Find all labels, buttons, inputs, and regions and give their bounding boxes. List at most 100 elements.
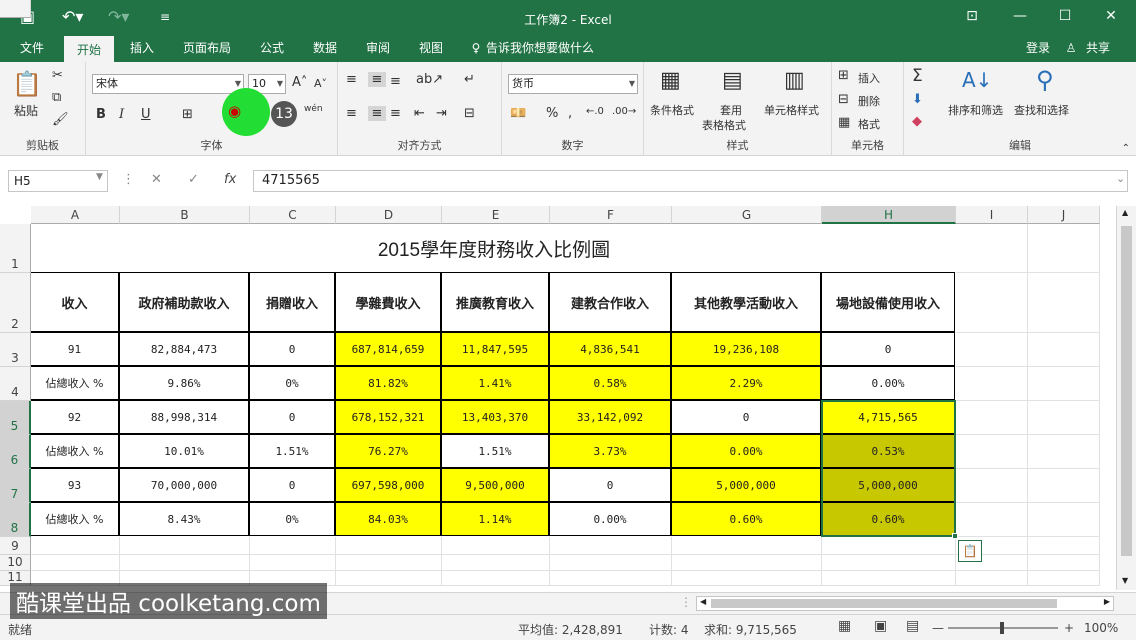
italic-button[interactable]: I (119, 107, 124, 122)
underline-button[interactable]: U (141, 107, 151, 122)
table-cell[interactable]: 0% (249, 502, 335, 536)
find-icon[interactable]: ⚲ (1036, 66, 1054, 94)
table-cell[interactable]: 76.27% (335, 434, 441, 468)
table-cell[interactable]: 91 (31, 332, 119, 366)
table-cell[interactable]: 93 (31, 468, 119, 502)
page-layout-view-icon[interactable]: ▣ (874, 618, 887, 634)
column-header[interactable]: A (31, 206, 120, 224)
fill-icon[interactable]: ⬇ (912, 92, 923, 107)
empty-cell[interactable] (956, 273, 1028, 333)
empty-cell[interactable] (956, 224, 1028, 273)
table-cell[interactable]: 10.01% (119, 434, 249, 468)
tell-me-search[interactable]: 告诉我你想要做什么 (486, 36, 606, 62)
name-box[interactable]: H5 (8, 170, 108, 192)
borders-icon[interactable]: ⊞ (182, 107, 193, 122)
table-cell[interactable]: 0 (249, 468, 335, 502)
row-header[interactable]: 10 (0, 555, 31, 571)
delete-cells-button[interactable]: 删除 (858, 93, 880, 109)
vertical-scroll-thumb[interactable] (1121, 226, 1132, 556)
table-cell[interactable]: 0.53% (821, 434, 955, 468)
empty-cell[interactable] (250, 537, 336, 555)
share-button[interactable]: 共享 (1080, 36, 1116, 62)
table-cell[interactable]: 5,000,000 (671, 468, 821, 502)
horizontal-scroll-thumb[interactable] (711, 599, 1057, 608)
table-cell[interactable]: 82,884,473 (119, 332, 249, 366)
column-header[interactable]: J (1028, 206, 1100, 224)
close-icon[interactable]: ✕ (1097, 8, 1125, 24)
row-header[interactable]: 3 (0, 333, 31, 367)
table-cell[interactable]: 11,847,595 (441, 332, 549, 366)
decrease-font-icon[interactable]: A˅ (314, 77, 327, 90)
autosum-icon[interactable]: Σ (912, 66, 923, 86)
tab-review[interactable]: 审阅 (356, 36, 400, 62)
table-cell[interactable]: 84.03% (335, 502, 441, 536)
chevron-down-icon[interactable]: ▼ (96, 172, 103, 182)
accounting-format-icon[interactable]: 💴 (510, 106, 526, 121)
ribbon-options-icon[interactable]: ⊡ (958, 8, 986, 24)
cancel-icon[interactable]: ✕ (151, 172, 162, 187)
table-cell[interactable]: 佔總收入 % (31, 502, 119, 536)
table-cell[interactable]: 13,403,370 (441, 400, 549, 434)
table-cell[interactable]: 81.82% (335, 366, 441, 400)
sheet-title[interactable]: 2015學年度財務收入比例圖 (31, 224, 957, 273)
formula-input[interactable]: 4715565 (253, 170, 1128, 192)
table-cell[interactable]: 0 (821, 332, 955, 366)
table-header-cell[interactable]: 建教合作收入 (549, 272, 671, 332)
table-cell[interactable]: 0.00% (549, 502, 671, 536)
empty-cell[interactable] (956, 503, 1028, 537)
table-cell[interactable]: 678,152,321 (335, 400, 441, 434)
delete-cells-icon[interactable]: ⊟ (838, 92, 849, 107)
paste-icon[interactable]: 📋 (12, 70, 42, 98)
table-cell[interactable]: 0 (549, 468, 671, 502)
minimize-icon[interactable]: — (1006, 8, 1034, 24)
table-cell[interactable]: 687,814,659 (335, 332, 441, 366)
empty-cell[interactable] (1028, 333, 1100, 367)
table-cell[interactable]: 92 (31, 400, 119, 434)
wrap-text-icon[interactable]: ↵ (464, 72, 475, 87)
empty-cell[interactable] (822, 555, 956, 571)
vertical-scrollbar[interactable]: ▲ ▼ (1116, 206, 1136, 590)
row-header[interactable]: 6 (0, 435, 31, 469)
empty-cell[interactable] (1028, 367, 1100, 401)
tab-page-layout[interactable]: 页面布局 (176, 36, 238, 62)
column-header[interactable]: E (442, 206, 550, 224)
tab-view[interactable]: 视图 (409, 36, 453, 62)
align-bottom-icon[interactable]: ≡ (390, 74, 401, 89)
format-table-label-1[interactable]: 套用 (720, 102, 742, 118)
percent-icon[interactable]: % (546, 106, 558, 121)
empty-cell[interactable] (956, 333, 1028, 367)
decrease-decimal-icon[interactable]: .00→ (612, 106, 636, 117)
select-all-corner[interactable] (0, 0, 31, 18)
find-select-button[interactable]: 查找和选择 (1014, 102, 1069, 118)
table-cell[interactable]: 佔總收入 % (31, 434, 119, 468)
column-header[interactable]: G (672, 206, 822, 224)
insert-cells-button[interactable]: 插入 (858, 70, 880, 86)
empty-cell[interactable] (1028, 537, 1100, 555)
table-cell[interactable]: 5,000,000 (821, 468, 955, 502)
sort-filter-icon[interactable]: A↓ (962, 68, 992, 92)
table-cell[interactable]: 9,500,000 (441, 468, 549, 502)
phonetic-button[interactable]: wén (304, 104, 323, 114)
number-format-combo[interactable]: 货币 ▼ (508, 74, 638, 94)
table-cell[interactable]: 0 (249, 400, 335, 434)
row-header[interactable]: 9 (0, 537, 31, 555)
table-cell[interactable]: 9.86% (119, 366, 249, 400)
bold-button[interactable]: B (96, 107, 106, 122)
empty-cell[interactable] (822, 571, 956, 586)
scroll-left-icon[interactable]: ◀ (700, 597, 706, 606)
increase-decimal-icon[interactable]: ←.0 (586, 106, 604, 117)
zoom-slider-thumb[interactable] (1000, 622, 1004, 634)
empty-cell[interactable] (250, 555, 336, 571)
empty-cell[interactable] (120, 555, 250, 571)
table-cell[interactable]: 33,142,092 (549, 400, 671, 434)
row-header[interactable]: 2 (0, 273, 31, 333)
conditional-format-icon[interactable]: ▦ (660, 68, 681, 93)
empty-cell[interactable] (336, 537, 442, 555)
tab-insert[interactable]: 插入 (120, 36, 164, 62)
table-header-cell[interactable]: 學雜費收入 (335, 272, 441, 332)
fill-color-icon[interactable]: ◉ (228, 102, 241, 120)
table-cell[interactable]: 0 (671, 400, 821, 434)
column-header[interactable]: D (336, 206, 442, 224)
table-cell[interactable]: 70,000,000 (119, 468, 249, 502)
align-right-icon[interactable]: ≡ (390, 106, 401, 121)
